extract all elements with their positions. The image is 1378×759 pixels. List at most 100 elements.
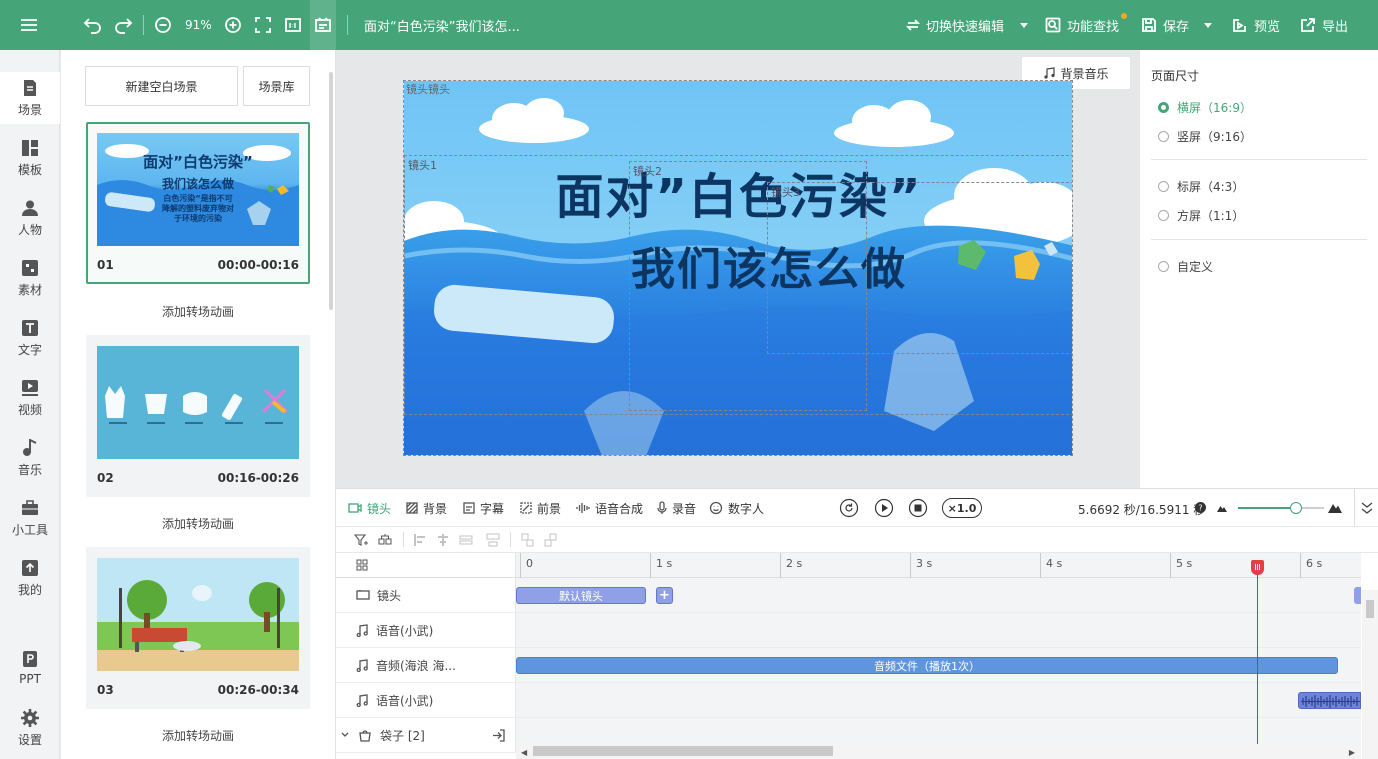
distribute-icon[interactable] bbox=[459, 533, 473, 547]
nav-item-ppt[interactable]: PPT bbox=[0, 642, 60, 694]
speed-button[interactable]: ×1.0 bbox=[942, 498, 982, 518]
scrollbar-thumb[interactable] bbox=[1366, 600, 1374, 618]
rewind-icon[interactable] bbox=[839, 498, 859, 518]
export-label: 导出 bbox=[1322, 19, 1349, 35]
page-size-option-standard[interactable]: 标屏（4:3） bbox=[1158, 178, 1244, 195]
nav-item-toolbox[interactable]: 小工具 bbox=[0, 492, 60, 544]
nav-item-music[interactable]: 音乐 bbox=[0, 432, 60, 484]
enter-group-icon[interactable] bbox=[492, 729, 505, 742]
track-row-voice-2[interactable] bbox=[516, 683, 1361, 718]
scene-card-1[interactable]: 面对”白色污染” 我们该怎么做 白色污染“是指不可 降解的塑料废弃物对 于环境的… bbox=[86, 122, 310, 284]
scene-library-button[interactable]: 场景库 bbox=[243, 66, 310, 106]
tab-background[interactable]: 背景 bbox=[406, 489, 447, 527]
add-transition-link[interactable]: 添加转场动画 bbox=[86, 727, 310, 744]
nav-item-person[interactable]: 人物 bbox=[0, 192, 60, 244]
quick-edit-button[interactable]: 切换快速编辑 bbox=[906, 0, 1004, 50]
timeline-scrollbar-vertical[interactable] bbox=[1362, 590, 1378, 759]
track-label-voice-2[interactable]: 语音(小武) bbox=[336, 683, 516, 718]
save-button[interactable]: 保存 bbox=[1141, 0, 1189, 50]
export-button[interactable]: 导出 bbox=[1300, 0, 1348, 50]
layer-down-icon[interactable] bbox=[544, 533, 558, 547]
track-label-audio[interactable]: 音频(海浪 海... bbox=[336, 648, 516, 683]
actual-size-icon[interactable] bbox=[284, 0, 302, 50]
lens-frame-3[interactable]: 镜头3 bbox=[767, 182, 1072, 354]
new-blank-scene-button[interactable]: 新建空白场景 bbox=[85, 66, 238, 106]
nav-item-template[interactable]: 模板 bbox=[0, 132, 60, 184]
track-row-lens[interactable]: 默认镜头 + bbox=[516, 578, 1361, 613]
preview-button[interactable]: 预览 bbox=[1232, 0, 1280, 50]
align-center-icon[interactable] bbox=[436, 533, 450, 547]
default-lens-clip[interactable]: 默认镜头 bbox=[516, 587, 646, 604]
nav-item-mine[interactable]: 我的 bbox=[0, 552, 60, 604]
align-left-icon[interactable] bbox=[414, 533, 428, 547]
tab-foreground[interactable]: 前景 bbox=[520, 489, 561, 527]
digital-human-icon bbox=[709, 501, 723, 515]
page-size-option-portrait[interactable]: 竖屏（9:16） bbox=[1158, 128, 1252, 145]
scene-thumbnail: 面对”白色污染” 我们该怎么做 白色污染“是指不可 降解的塑料废弃物对 于环境的… bbox=[97, 133, 299, 246]
timeline-scrollbar-horizontal[interactable]: ◀ ▶ bbox=[516, 744, 1361, 759]
feature-search-button[interactable]: 功能查找 bbox=[1045, 0, 1127, 50]
zoom-large-icon[interactable] bbox=[1328, 502, 1342, 513]
undo-icon[interactable] bbox=[83, 0, 103, 50]
chevron-down-icon[interactable] bbox=[340, 730, 350, 740]
add-transition-link[interactable]: 添加转场动画 bbox=[86, 303, 310, 320]
stop-icon[interactable] bbox=[908, 498, 928, 518]
quick-edit-dropdown-icon[interactable] bbox=[1019, 0, 1029, 50]
scrollbar-thumb[interactable] bbox=[533, 746, 833, 756]
layer-up-icon[interactable] bbox=[521, 533, 535, 547]
time-ruler[interactable]: 0 1 s 2 s 3 s 4 s 5 s 6 s bbox=[516, 553, 1361, 578]
collapse-timeline-icon[interactable] bbox=[1354, 489, 1378, 527]
document-title[interactable]: 面对“白色污染”我们该怎... bbox=[364, 16, 520, 35]
scene-card-2[interactable]: 02 00:16-00:26 bbox=[86, 335, 310, 497]
page-size-option-custom[interactable]: 自定义 bbox=[1158, 258, 1213, 275]
page-size-option-square[interactable]: 方屏（1:1） bbox=[1158, 207, 1244, 224]
scene-canvas[interactable]: 面对”白色污染” 我们该怎么做 镜头镜头 镜头1 镜头2 镜头3 bbox=[403, 80, 1073, 456]
save-dropdown-icon[interactable] bbox=[1203, 0, 1213, 50]
fullscreen-icon[interactable] bbox=[254, 0, 272, 50]
page-size-option-landscape[interactable]: 横屏（16:9） bbox=[1158, 99, 1252, 116]
filter-icon[interactable] bbox=[354, 533, 368, 547]
nav-item-scene[interactable]: 场景 bbox=[0, 72, 60, 124]
scroll-left-icon[interactable]: ◀ bbox=[521, 748, 527, 757]
scene-panel-scrollbar[interactable] bbox=[329, 72, 333, 310]
voice-clip[interactable] bbox=[1298, 692, 1361, 709]
nav-item-text[interactable]: 文字 bbox=[0, 312, 60, 364]
lens-clip-next[interactable] bbox=[1354, 587, 1361, 604]
redo-icon[interactable] bbox=[113, 0, 133, 50]
nav-item-settings[interactable]: 设置 bbox=[0, 702, 60, 754]
track-label-lens[interactable]: 镜头 bbox=[336, 578, 516, 613]
subtitle-icon[interactable] bbox=[310, 0, 336, 50]
distribute-grid-icon[interactable] bbox=[486, 533, 500, 547]
waveform-icon bbox=[1301, 695, 1360, 708]
thumb-text-2: 降解的塑料废弃物对 bbox=[162, 204, 234, 213]
track-label-voice[interactable]: 语音(小武) bbox=[336, 613, 516, 648]
play-icon[interactable] bbox=[874, 498, 894, 518]
nav-item-material[interactable]: 素材 bbox=[0, 252, 60, 304]
track-label-bag[interactable]: 袋子 [2] bbox=[336, 718, 516, 753]
tab-lens[interactable]: 镜头 bbox=[348, 489, 391, 527]
add-lens-button[interactable]: + bbox=[656, 587, 673, 604]
group-icon[interactable] bbox=[378, 533, 392, 547]
nav-item-video[interactable]: 视频 bbox=[0, 372, 60, 424]
tab-digital-human[interactable]: 数字人 bbox=[709, 489, 764, 527]
tab-record[interactable]: 录音 bbox=[657, 489, 696, 527]
tracks-grid-icon[interactable] bbox=[356, 559, 368, 571]
zoom-slider-handle[interactable] bbox=[1290, 502, 1303, 514]
tab-tts[interactable]: 语音合成 bbox=[576, 489, 643, 527]
help-icon[interactable]: ? bbox=[1195, 502, 1206, 513]
scroll-right-icon[interactable]: ▶ bbox=[1349, 748, 1355, 757]
playhead[interactable] bbox=[1250, 560, 1264, 747]
menu-icon[interactable] bbox=[18, 0, 40, 50]
video-icon bbox=[22, 379, 38, 396]
zoom-out-icon[interactable] bbox=[154, 0, 172, 50]
playhead-handle[interactable] bbox=[1250, 560, 1264, 575]
scene-card-3[interactable]: 03 00:26-00:34 bbox=[86, 547, 310, 709]
audio-file-clip[interactable]: 音频文件（播放1次） bbox=[516, 657, 1338, 674]
zoom-small-icon[interactable] bbox=[1217, 504, 1227, 512]
track-row-voice[interactable] bbox=[516, 613, 1361, 648]
zoom-slider-track[interactable] bbox=[1238, 502, 1324, 514]
zoom-in-icon[interactable] bbox=[224, 0, 242, 50]
tab-subtitle[interactable]: 字幕 bbox=[463, 489, 504, 527]
add-transition-link[interactable]: 添加转场动画 bbox=[86, 515, 310, 532]
track-row-audio[interactable]: 音频文件（播放1次） bbox=[516, 648, 1361, 683]
